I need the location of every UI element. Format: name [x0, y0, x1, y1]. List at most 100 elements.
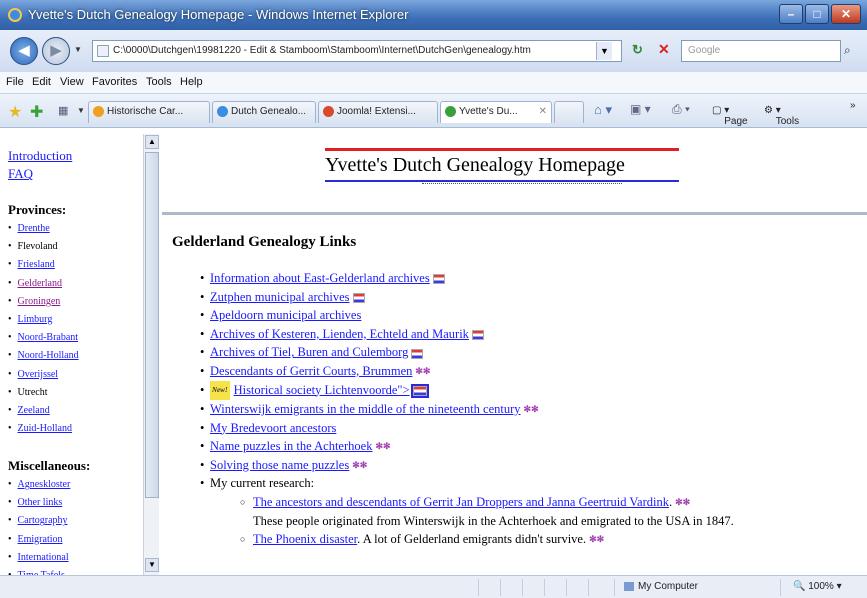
research-link[interactable]: The ancestors and descendants of Gerrit … [253, 495, 669, 509]
genealogy-link[interactable]: My Bredevoort ancestors [210, 421, 336, 435]
tab-favicon-icon [217, 106, 228, 117]
new-tab-button[interactable] [554, 101, 584, 123]
province-item[interactable]: Overijssel [8, 366, 79, 384]
tab-yvettes[interactable]: Yvette's Du... ✕ [440, 101, 552, 123]
menu-favorites[interactable]: Favorites [92, 76, 137, 88]
misc-item[interactable]: Agneskloster [8, 476, 71, 494]
quick-tabs-icon[interactable]: ▦ [58, 104, 68, 117]
tab-label: Historische Car... [107, 106, 184, 117]
genealogy-link[interactable]: Historical society Lichtenvoorde"> [234, 383, 410, 397]
status-divider [614, 579, 615, 596]
tab-favicon-icon [323, 106, 334, 117]
tab-dutch-genealogy[interactable]: Dutch Genealo... [212, 101, 316, 123]
province-item[interactable]: Limburg [8, 311, 79, 329]
minimize-button[interactable]: – [779, 4, 803, 24]
genealogy-link[interactable]: Apeldoorn municipal archives [210, 308, 361, 322]
search-icon[interactable]: ⌕ [844, 40, 862, 62]
province-item[interactable]: Noord-Holland [8, 347, 79, 365]
tab-close-icon[interactable]: ✕ [539, 102, 547, 122]
research-after-text: . A lot of Gelderland emigrants didn't s… [357, 532, 587, 547]
province-link[interactable]: Zeeland [18, 405, 50, 416]
tools-menu[interactable]: ⚙ Tools ▾ [764, 105, 799, 127]
misc-item[interactable]: Cartography [8, 512, 70, 530]
genealogy-link[interactable]: Zutphen municipal archives [210, 290, 350, 304]
misc-link[interactable]: International [18, 552, 69, 563]
province-item[interactable]: Drenthe [8, 220, 79, 238]
menu-help[interactable]: Help [180, 76, 203, 88]
misc-item[interactable]: Emigration [8, 531, 70, 549]
tab-list-dropdown-icon[interactable]: ▼ [77, 106, 85, 115]
favorites-star-icon[interactable]: ★ [8, 102, 22, 122]
stop-icon[interactable]: ✕ [658, 41, 670, 58]
misc-item[interactable]: Time Tafels [8, 567, 70, 575]
faq-link[interactable]: FAQ [8, 166, 33, 181]
dutch-flag-icon [410, 383, 429, 398]
province-item[interactable]: Noord-Brabant [8, 329, 79, 347]
province-item[interactable]: Zuid-Holland [8, 420, 79, 438]
province-link[interactable]: Groningen [18, 296, 61, 307]
list-item: Solving those name puzzles✻✻ [200, 456, 862, 475]
misc-item[interactable]: International [8, 549, 70, 567]
chevron-more-icon[interactable]: » [850, 100, 856, 111]
province-link[interactable]: Friesland [18, 259, 55, 270]
province-item[interactable]: Groningen [8, 293, 79, 311]
history-dropdown-icon[interactable]: ▼ [74, 45, 82, 54]
genealogy-link[interactable]: Descendants of Gerrit Courts, Brummen [210, 364, 412, 378]
genealogy-link[interactable]: Archives of Tiel, Buren and Culemborg [210, 345, 408, 359]
province-item[interactable]: Gelderland [8, 275, 79, 293]
tab-historische[interactable]: Historische Car... [88, 101, 210, 123]
english-flag-icon: ✻✻ [415, 365, 431, 376]
genealogy-link[interactable]: Solving those name puzzles [210, 458, 349, 472]
list-item: New! Historical society Lichtenvoorde"> [200, 381, 862, 400]
genealogy-link[interactable]: Information about East-Gelderland archiv… [210, 271, 430, 285]
menu-tools[interactable]: Tools [146, 76, 172, 88]
province-link[interactable]: Gelderland [18, 278, 62, 289]
province-link[interactable]: Zuid-Holland [18, 423, 72, 434]
misc-item[interactable]: Other links [8, 494, 70, 512]
banner-red-line [325, 148, 679, 151]
english-flag-icon: ✻✻ [352, 459, 368, 470]
back-button[interactable]: ◀ [10, 37, 38, 65]
tab-joomla[interactable]: Joomla! Extensi... [318, 101, 438, 123]
refresh-icon[interactable]: ↻ [632, 42, 643, 58]
scroll-thumb[interactable] [145, 152, 159, 498]
vertical-scrollbar[interactable]: ▲ ▼ [143, 134, 159, 575]
province-link[interactable]: Limburg [18, 314, 53, 325]
address-dropdown-icon[interactable]: ▼ [596, 42, 612, 60]
menu-view[interactable]: View [60, 76, 84, 88]
zoom-level[interactable]: 🔍 100% ▾ [793, 581, 842, 592]
misc-link[interactable]: Cartography [18, 515, 68, 526]
address-bar[interactable]: C:\0000\Dutchgen\19981220 - Edit & Stamb… [92, 40, 622, 62]
research-list: The ancestors and descendants of Gerrit … [240, 493, 862, 549]
forward-button[interactable]: ▶ [42, 37, 70, 65]
province-item[interactable]: Zeeland [8, 402, 79, 420]
province-link[interactable]: Noord-Brabant [18, 332, 79, 343]
feeds-icon[interactable]: ▣ ▾ [630, 102, 651, 116]
research-link[interactable]: The Phoenix disaster [253, 532, 357, 546]
page-menu[interactable]: ▢ Page ▾ [712, 105, 748, 127]
menu-edit[interactable]: Edit [32, 76, 51, 88]
province-item: Utrecht [8, 384, 79, 402]
home-icon[interactable]: ⌂ ▾ [594, 102, 612, 118]
misc-link[interactable]: Other links [18, 497, 63, 508]
add-favorite-icon[interactable]: ✚ [30, 102, 43, 122]
scroll-up-icon[interactable]: ▲ [145, 135, 159, 149]
scroll-down-icon[interactable]: ▼ [145, 558, 159, 572]
search-input[interactable]: Google [681, 40, 841, 62]
genealogy-link[interactable]: Name puzzles in the Achterhoek [210, 439, 372, 453]
print-icon[interactable]: ⎙ ▾ [672, 102, 690, 117]
genealogy-link[interactable]: Winterswijk emigrants in the middle of t… [210, 402, 521, 416]
province-item[interactable]: Friesland [8, 256, 79, 274]
close-button[interactable]: ✕ [831, 4, 861, 24]
status-bar: My Computer 🔍 100% ▾ [0, 575, 867, 598]
title-bar: Yvette's Dutch Genealogy Homepage - Wind… [0, 0, 867, 30]
misc-link[interactable]: Emigration [18, 534, 63, 545]
maximize-button[interactable]: □ [805, 4, 829, 24]
province-link[interactable]: Noord-Holland [18, 350, 79, 361]
misc-link[interactable]: Agneskloster [18, 479, 71, 490]
genealogy-link[interactable]: Archives of Kesteren, Lienden, Echteld a… [210, 327, 469, 341]
introduction-link[interactable]: Introduction [8, 148, 72, 163]
province-link[interactable]: Drenthe [18, 223, 50, 234]
menu-file[interactable]: File [6, 76, 24, 88]
province-link[interactable]: Overijssel [18, 369, 59, 380]
